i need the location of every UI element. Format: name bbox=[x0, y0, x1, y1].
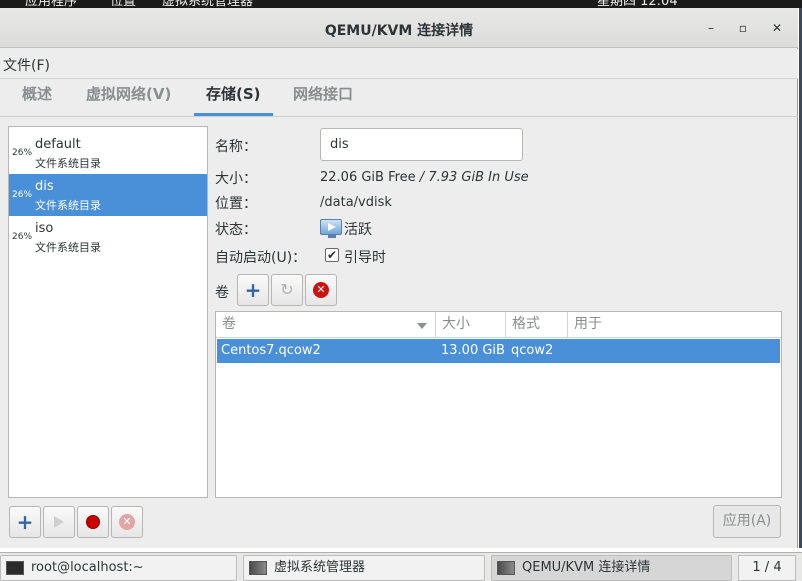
state-label: 状态： bbox=[215, 222, 257, 238]
tab-network-interfaces[interactable]: 网络接口 bbox=[281, 80, 365, 116]
volume-name: Centos7.qcow2 bbox=[221, 343, 321, 358]
pool-name: default bbox=[35, 137, 81, 152]
name-field[interactable] bbox=[320, 128, 523, 161]
pool-type: 文件系统目录 bbox=[35, 241, 101, 254]
window-title: QEMU/KVM 连接详情 bbox=[324, 23, 474, 39]
taskbar: root@localhost:~ 虚拟系统管理器 QEMU/KVM 连接详情 1… bbox=[0, 552, 802, 581]
plus-icon: + bbox=[16, 510, 34, 534]
tab-overview[interactable]: 概述 bbox=[10, 80, 64, 116]
stop-icon bbox=[86, 515, 100, 529]
tab-virtual-networks[interactable]: 虚拟网络(V) bbox=[74, 80, 183, 116]
title-bar[interactable]: QEMU/KVM 连接详情 – ▫ ✕ bbox=[0, 8, 798, 48]
menu-bar: 文件(F) bbox=[0, 49, 798, 79]
tab-storage[interactable]: 存储(S) bbox=[194, 80, 273, 116]
column-header-format[interactable]: 格式 bbox=[506, 312, 568, 338]
add-volume-button[interactable]: + bbox=[237, 274, 269, 306]
places-menu[interactable]: 位置 bbox=[110, 0, 136, 8]
maximize-button[interactable]: ▫ bbox=[734, 19, 752, 37]
delete-icon: ✕ bbox=[313, 282, 329, 298]
column-header-volume[interactable]: 卷 bbox=[216, 312, 436, 338]
refresh-icon: ↻ bbox=[280, 280, 294, 299]
size-used: 7.93 GiB In Use bbox=[428, 170, 529, 185]
size-sep: / bbox=[415, 170, 429, 185]
running-state-icon bbox=[320, 219, 342, 238]
volume-size: 13.00 GiB bbox=[441, 343, 505, 358]
gnome-top-bar: 应用程序 位置 虚拟系统管理器 星期四 12:04 bbox=[0, 0, 802, 8]
task-label: QEMU/KVM 连接详情 bbox=[522, 560, 651, 575]
pool-item-default[interactable]: 26% default 文件系统目录 bbox=[9, 132, 207, 174]
storage-pool-list[interactable]: 26% default 文件系统目录 26% dis 文件系统目录 26% is… bbox=[8, 126, 208, 498]
sort-descending-icon bbox=[417, 323, 427, 329]
size-label: 大小： bbox=[215, 171, 257, 187]
task-connection-details[interactable]: QEMU/KVM 连接详情 bbox=[491, 555, 732, 581]
add-pool-button[interactable]: + bbox=[9, 506, 41, 538]
task-label: root@localhost:~ bbox=[31, 560, 144, 575]
refresh-volumes-button[interactable]: ↻ bbox=[271, 274, 303, 306]
clock[interactable]: 星期四 12:04 bbox=[597, 0, 678, 8]
volumes-label: 卷 bbox=[215, 285, 229, 301]
minimize-button[interactable]: – bbox=[702, 19, 720, 37]
tab-bar: 概述 虚拟网络(V) 存储(S) 网络接口 bbox=[0, 80, 798, 116]
virt-manager-icon bbox=[249, 561, 267, 575]
play-icon bbox=[54, 516, 64, 528]
applications-menu[interactable]: 应用程序 bbox=[25, 0, 77, 8]
pool-item-iso[interactable]: 26% iso 文件系统目录 bbox=[9, 216, 207, 258]
pool-item-dis[interactable]: 26% dis 文件系统目录 bbox=[9, 174, 207, 216]
column-header-used-by[interactable]: 用于 bbox=[568, 312, 781, 338]
terminal-icon bbox=[6, 561, 24, 575]
volume-table[interactable]: 卷 大小 格式 用于 Centos7.qcow2 13.00 GiB qcow2 bbox=[215, 311, 782, 498]
workspace-pager[interactable]: 1 / 4 bbox=[738, 555, 796, 581]
autostart-label: 自动启动(U)： bbox=[215, 250, 307, 266]
state-value: 活跃 bbox=[344, 222, 372, 238]
tab-divider bbox=[0, 116, 798, 117]
delete-icon: ✕ bbox=[119, 514, 135, 530]
apply-button[interactable]: 应用(A) bbox=[713, 505, 781, 538]
volume-format: qcow2 bbox=[511, 343, 554, 358]
start-pool-button[interactable] bbox=[43, 506, 75, 538]
location-value: /data/vdisk bbox=[320, 195, 392, 210]
virt-manager-icon bbox=[497, 561, 515, 575]
app-menu[interactable]: 虚拟系统管理器 bbox=[162, 0, 253, 8]
pool-usage: 26% bbox=[12, 190, 33, 200]
menu-file[interactable]: 文件(F) bbox=[3, 55, 50, 75]
size-free: 22.06 GiB Free bbox=[320, 170, 416, 185]
column-header-size[interactable]: 大小 bbox=[436, 312, 506, 338]
location-label: 位置： bbox=[215, 196, 257, 212]
pool-type: 文件系统目录 bbox=[35, 157, 101, 170]
pool-name: iso bbox=[35, 221, 54, 236]
delete-volume-button[interactable]: ✕ bbox=[305, 274, 337, 306]
pool-name: dis bbox=[35, 179, 54, 194]
table-row[interactable]: Centos7.qcow2 13.00 GiB qcow2 bbox=[217, 339, 780, 363]
delete-pool-button[interactable]: ✕ bbox=[111, 506, 143, 538]
close-button[interactable]: ✕ bbox=[768, 19, 786, 37]
stop-pool-button[interactable] bbox=[77, 506, 109, 538]
pool-usage: 26% bbox=[12, 148, 33, 158]
task-virt-manager[interactable]: 虚拟系统管理器 bbox=[243, 555, 485, 581]
name-label: 名称： bbox=[215, 139, 257, 155]
autostart-value: 引导时 bbox=[344, 250, 386, 266]
autostart-checkbox[interactable]: ✔ bbox=[325, 248, 339, 262]
task-label: 虚拟系统管理器 bbox=[274, 560, 366, 575]
task-terminal[interactable]: root@localhost:~ bbox=[0, 555, 237, 581]
plus-icon: + bbox=[244, 278, 262, 302]
pool-usage: 26% bbox=[12, 232, 33, 242]
size-value: 22.06 GiB Free / 7.93 GiB In Use bbox=[320, 170, 529, 185]
pool-type: 文件系统目录 bbox=[35, 199, 101, 212]
